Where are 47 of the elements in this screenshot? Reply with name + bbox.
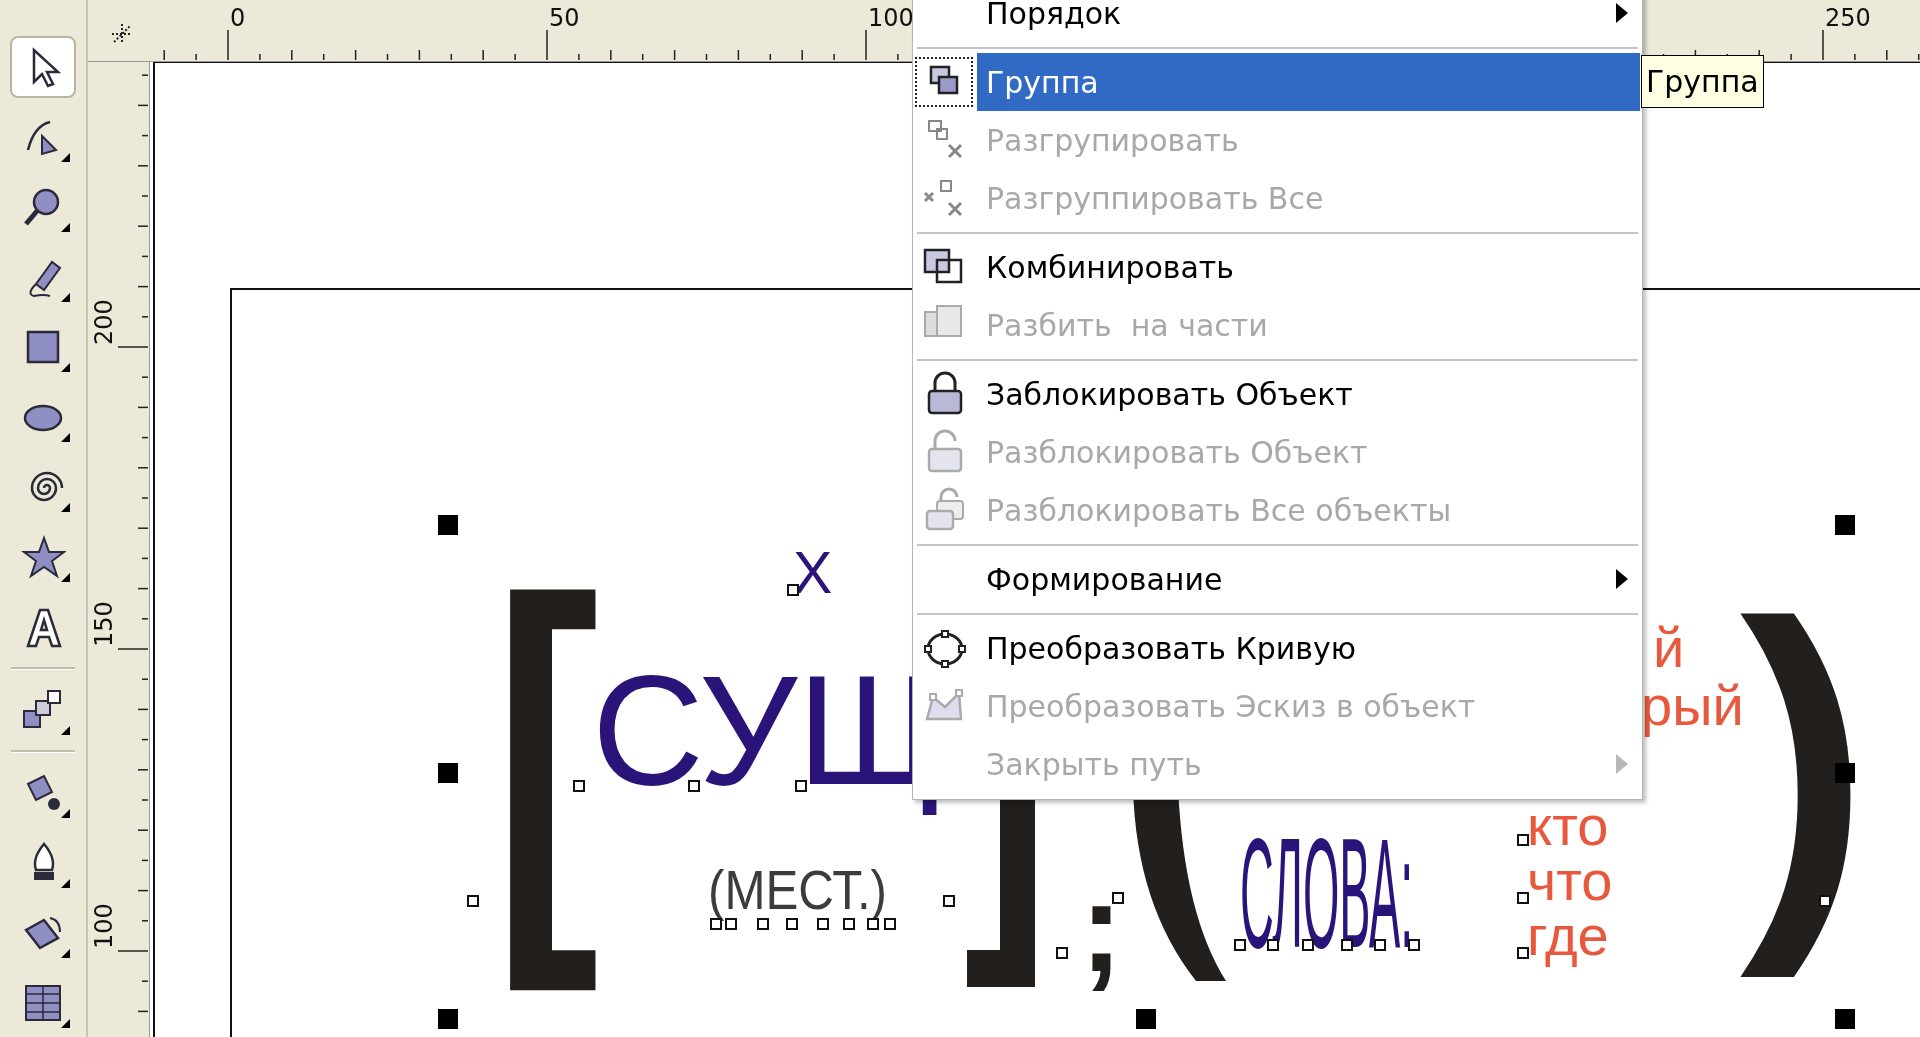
node-handle[interactable]: [884, 918, 896, 930]
selection-handle[interactable]: [1835, 1009, 1855, 1029]
selection-handle[interactable]: [438, 763, 458, 783]
selection-handle[interactable]: [1136, 1009, 1156, 1029]
tooltip: Группа: [1641, 55, 1764, 108]
canvas-text[interactable]: й: [1653, 620, 1685, 676]
menu-item[interactable]: Преобразовать Кривую: [977, 619, 1640, 677]
node-handle[interactable]: [943, 895, 955, 907]
node-handle[interactable]: [1056, 947, 1068, 959]
node-handle[interactable]: [1341, 939, 1353, 951]
canvas-text[interactable]: X: [793, 544, 833, 603]
tool-button[interactable]: [10, 36, 76, 98]
node-handle[interactable]: [1302, 939, 1314, 951]
node-handle[interactable]: [1517, 834, 1529, 846]
node-handle[interactable]: [1517, 892, 1529, 904]
ruler-label: 200: [90, 298, 118, 345]
selection-handle[interactable]: [438, 1009, 458, 1029]
ruler-label: 150: [90, 600, 118, 647]
canvas-text[interactable]: кто: [1527, 798, 1609, 854]
canvas-text[interactable]: [: [492, 473, 600, 1032]
node-handle[interactable]: [1112, 892, 1124, 904]
node-handle[interactable]: [1374, 939, 1386, 951]
ruler-label: 50: [549, 4, 580, 32]
canvas-text[interactable]: ;: [1080, 844, 1123, 1011]
menu-item[interactable]: Группа: [977, 53, 1640, 111]
ruler-label: 0: [230, 4, 246, 32]
menu-item[interactable]: Порядок: [977, 0, 1640, 42]
canvas-text[interactable]: что: [1527, 853, 1613, 909]
node-handle[interactable]: [795, 780, 807, 792]
ruler-label: 100: [90, 902, 118, 949]
node-handle[interactable]: [1517, 947, 1529, 959]
menu-item[interactable]: Комбинировать: [977, 238, 1640, 296]
node-handle[interactable]: [467, 895, 479, 907]
ruler-label: 100: [868, 4, 914, 32]
canvas-text[interactable]: ): [1740, 508, 1870, 1015]
selection-handle[interactable]: [438, 515, 458, 535]
menu-item[interactable]: Формирование: [977, 550, 1640, 608]
selection-handle[interactable]: [1835, 515, 1855, 535]
star-icon: [20, 534, 66, 580]
node-handle[interactable]: [1408, 939, 1420, 951]
ruler-label: 250: [1825, 4, 1871, 32]
node-handle[interactable]: [573, 780, 585, 792]
node-handle[interactable]: [1267, 939, 1279, 951]
menu-item[interactable]: Заблокировать Объект: [977, 365, 1640, 423]
node-handle[interactable]: [1819, 895, 1831, 907]
canvas-text[interactable]: СЛОВА:: [1240, 815, 1414, 971]
node-handle[interactable]: [688, 780, 700, 792]
